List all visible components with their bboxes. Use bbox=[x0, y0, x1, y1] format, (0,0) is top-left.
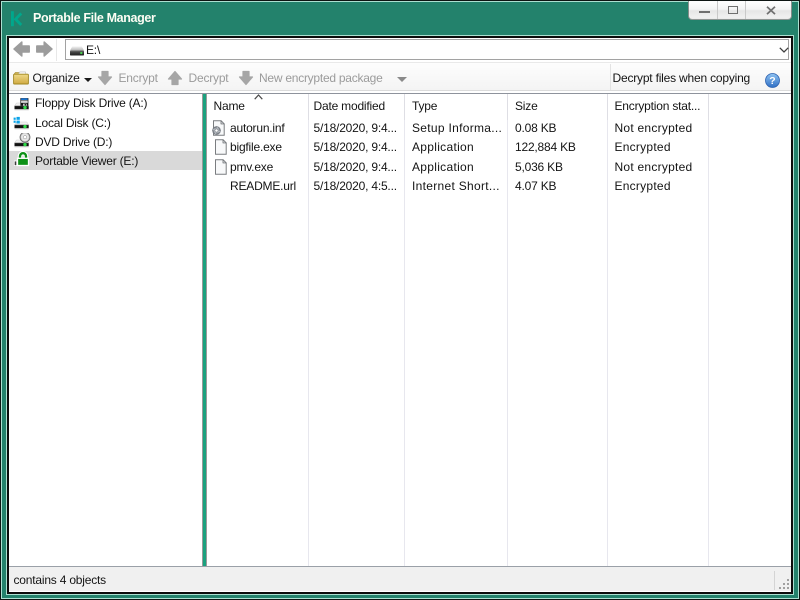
svg-text:?: ? bbox=[769, 75, 775, 87]
